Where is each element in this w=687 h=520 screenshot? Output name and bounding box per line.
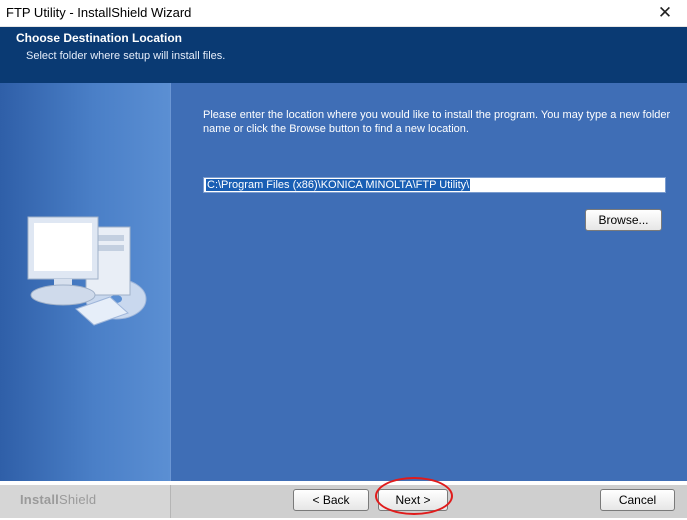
header-title: Choose Destination Location [16, 31, 183, 45]
wizard-header: Choose Destination Location Select folde… [0, 27, 687, 83]
close-icon[interactable]: ✕ [643, 0, 687, 26]
browse-button[interactable]: Browse... [585, 209, 662, 231]
destination-path-value: C:\Program Files (x86)\KONICA MINOLTA\FT… [206, 179, 471, 191]
installshield-logo-bold: Install [20, 492, 59, 507]
installshield-logo-light: Shield [58, 492, 97, 507]
computer-install-icon [27, 216, 147, 326]
cancel-button[interactable]: Cancel [600, 489, 675, 511]
wizard-body: Please enter the location where you woul… [0, 83, 687, 481]
next-button[interactable]: Next > [378, 489, 448, 511]
wizard-side-panel [0, 83, 171, 481]
back-button[interactable]: < Back [293, 489, 369, 511]
installshield-logo: InstallShield [20, 492, 96, 507]
title-bar: FTP Utility - InstallShield Wizard ✕ [0, 0, 687, 27]
destination-path-field[interactable]: C:\Program Files (x86)\KONICA MINOLTA\FT… [203, 177, 666, 193]
header-subtitle: Select folder where setup will install f… [26, 50, 226, 62]
instruction-text: Please enter the location where you woul… [203, 109, 671, 135]
window-title: FTP Utility - InstallShield Wizard [6, 5, 192, 20]
